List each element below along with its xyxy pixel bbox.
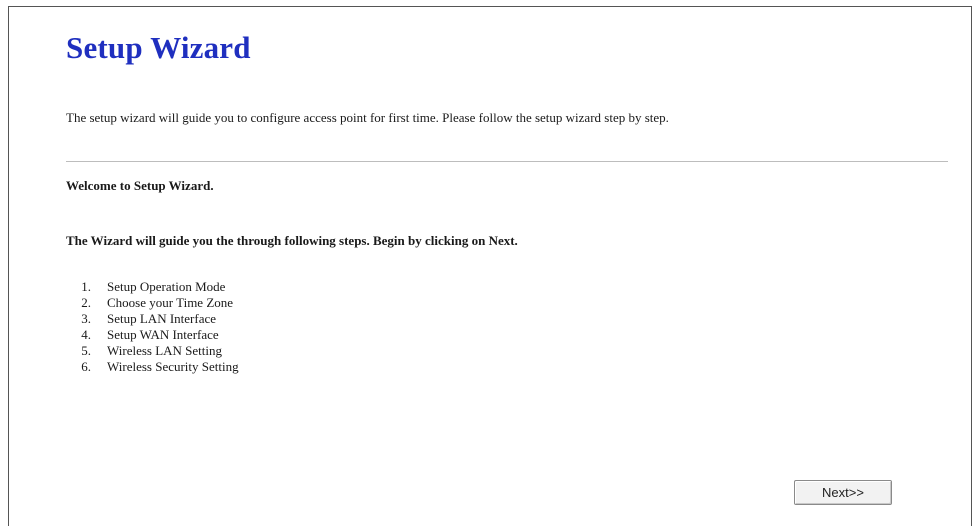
step-number: 1.: [81, 279, 91, 294]
list-item: 2. Choose your Time Zone: [69, 295, 239, 311]
guide-text: The Wizard will guide you the through fo…: [66, 233, 518, 248]
step-number: 4.: [81, 327, 91, 342]
divider: [66, 161, 948, 162]
steps-list: 1. Setup Operation Mode 2. Choose your T…: [69, 279, 239, 375]
step-label: Setup LAN Interface: [107, 311, 217, 326]
intro-text: The setup wizard will guide you to confi…: [66, 110, 669, 125]
list-item: 5. Wireless LAN Setting: [69, 343, 239, 359]
step-label: Setup Operation Mode: [107, 279, 226, 294]
welcome-heading: Welcome to Setup Wizard.: [66, 178, 214, 193]
next-button[interactable]: Next>>: [794, 480, 892, 505]
step-label: Setup WAN Interface: [107, 327, 219, 342]
page-title: Setup Wizard: [66, 30, 251, 65]
list-item: 4. Setup WAN Interface: [69, 327, 239, 343]
step-label: Wireless Security Setting: [107, 359, 239, 374]
step-number: 3.: [81, 311, 91, 326]
step-label: Choose your Time Zone: [107, 295, 234, 310]
step-number: 5.: [81, 343, 91, 358]
list-item: 6. Wireless Security Setting: [69, 359, 239, 375]
step-label: Wireless LAN Setting: [107, 343, 223, 358]
wizard-panel: Setup Wizard The setup wizard will guide…: [8, 6, 972, 526]
list-item: 1. Setup Operation Mode: [69, 279, 239, 295]
step-number: 2.: [81, 295, 91, 310]
step-number: 6.: [81, 359, 91, 374]
list-item: 3. Setup LAN Interface: [69, 311, 239, 327]
